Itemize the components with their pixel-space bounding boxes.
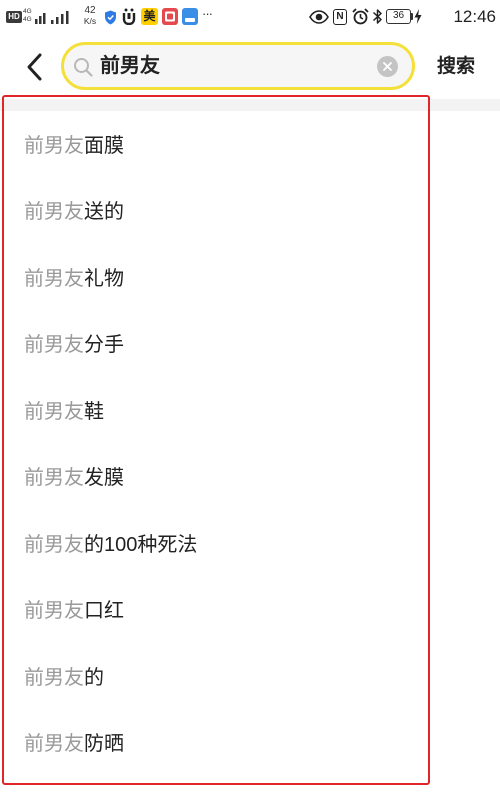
sim2-label: 4G [23, 16, 32, 23]
sim1-label: 4G [23, 8, 32, 15]
signal-icon [51, 11, 69, 24]
search-submit-button[interactable]: 搜索 [430, 53, 482, 81]
back-arrow-icon[interactable] [24, 52, 44, 82]
alarm-icon [352, 8, 369, 25]
eye-icon [309, 10, 329, 24]
more-notifications: ··· [202, 6, 213, 21]
nfc-icon: N [333, 9, 347, 25]
network-speed: 42 K/s [79, 5, 101, 26]
speed-unit: K/s [83, 16, 97, 26]
shield-icon [105, 10, 116, 25]
blue-app-icon [182, 8, 198, 25]
search-icon [74, 58, 93, 77]
highlight-box [2, 95, 430, 785]
meituan-app-icon: 美 [141, 8, 158, 25]
signal-icon [35, 13, 46, 24]
status-bar: HD 4G 4G 42 K/s 美 ··· N 36 12:46 [0, 0, 500, 34]
speed-value: 42 [84, 5, 96, 16]
clear-icon [383, 62, 392, 71]
clock-time: 12:46 [453, 7, 496, 26]
bluetooth-icon [372, 9, 382, 24]
clear-button[interactable] [377, 56, 398, 77]
search-input[interactable] [100, 51, 370, 81]
battery-icon: 36 [386, 9, 411, 24]
search-page: HD 4G 4G 42 K/s 美 ··· N 36 12:46 前男友 搜索 … [0, 0, 500, 802]
app-notification-icon [122, 8, 136, 25]
sim-labels: 4G 4G [23, 8, 34, 24]
charging-icon [414, 9, 422, 24]
battery-nub [411, 13, 413, 20]
hd-badge: HD [6, 11, 22, 23]
red-app-icon [162, 8, 178, 25]
